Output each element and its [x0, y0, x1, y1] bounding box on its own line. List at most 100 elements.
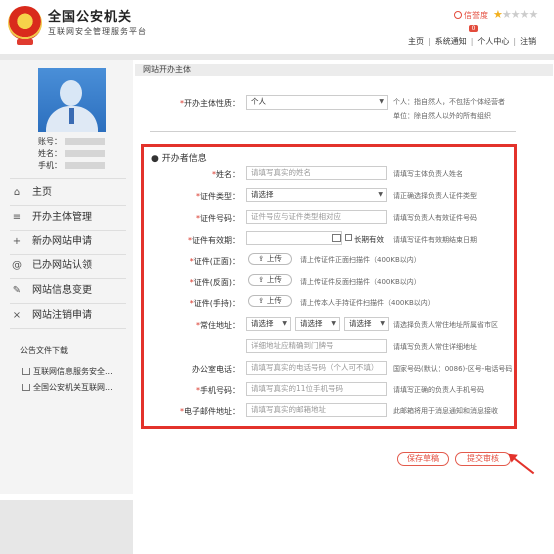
sidebar-item-home[interactable]: ⌂ 主页	[10, 181, 126, 205]
police-emblem-logo	[8, 6, 42, 45]
download-icon	[22, 368, 30, 375]
nav-separator: |	[513, 37, 517, 46]
city-select[interactable]: 请选择 ▼	[295, 317, 340, 331]
redacted-value	[65, 138, 105, 145]
office-phone-hint: 国家号码(默认：0086)-区号-电话号码	[393, 365, 513, 373]
notice-file-link[interactable]: 全国公安机关互联网...	[22, 382, 132, 393]
notification-badge: 0	[469, 25, 478, 32]
name-label: *姓名：	[212, 170, 240, 179]
address-detail-input[interactable]: 详细地址应精确到门牌号	[246, 339, 387, 353]
id-back-hint: 请上传证件反面扫描件（400KB以内）	[300, 278, 421, 286]
upload-front-button[interactable]: ⇪ 上传	[248, 253, 292, 265]
nav-separator: |	[470, 37, 474, 46]
avatar-tie-icon	[69, 108, 74, 124]
chevron-down-icon: ▼	[380, 320, 385, 327]
star-icon: ★	[501, 8, 512, 21]
address-hint: 请选择负责人常住地址所属省市区	[393, 321, 498, 329]
sidebar-item-site-cancel[interactable]: × 网站注销申请	[10, 304, 126, 328]
notice-section-title: 公告文件下载	[20, 346, 68, 355]
sidebar-item-claim-site[interactable]: @ 已办网站认领	[10, 254, 126, 278]
id-type-hint: 请正确选择负责人证件类型	[393, 192, 477, 200]
long-term-checkbox[interactable]	[345, 234, 352, 241]
account-row: 账号：	[38, 136, 105, 147]
owner-type-hint-personal: 个人：指自然人，不包括个体经营者	[393, 98, 505, 106]
edit-icon: ✎	[12, 285, 22, 296]
id-front-hint: 请上传证件正面扫描件（400KB以内）	[300, 256, 421, 264]
email-hint: 此邮箱将用于消息通知和消息接收	[393, 407, 498, 415]
credit-rating-label: 信誉度	[454, 10, 488, 21]
upload-back-button[interactable]: ⇪ 上传	[248, 274, 292, 286]
mobile-label: *手机号码：	[196, 386, 240, 395]
upload-hold-button[interactable]: ⇪ 上传	[248, 295, 292, 307]
avatar	[38, 68, 106, 132]
save-draft-button[interactable]: 保存草稿	[397, 452, 449, 466]
sidebar-divider	[10, 178, 126, 179]
download-icon	[22, 384, 30, 391]
email-label: *电子邮件地址：	[180, 407, 240, 416]
id-hold-label: *证件(手持)：	[189, 299, 240, 308]
section-title: ● 开办者信息	[151, 154, 207, 164]
avatar-head-icon	[60, 80, 82, 106]
sidebar-divider	[10, 328, 126, 329]
validity-hint: 请填写证件有效期结束日期	[393, 236, 477, 244]
star-icon: ★	[493, 8, 503, 21]
owner-type-hint-company: 单位：除自然人以外的所有组织	[393, 112, 491, 120]
credit-icon	[454, 11, 462, 19]
star-icon: ★	[510, 8, 521, 21]
top-nav: 主页 | 系统通知 | 个人中心 | 注销	[408, 36, 536, 47]
list-icon: ≡	[12, 212, 22, 223]
sidebar: 账号： 姓名： 手机： ⌂ 主页 ≡ 开办主体管理 + 新办网站申请 @ 已办网站认领 …	[0, 60, 133, 554]
district-select[interactable]: 请选择 ▼	[344, 317, 389, 331]
id-type-select[interactable]: 请选择 ▼	[246, 188, 387, 202]
sidebar-footer	[0, 500, 133, 554]
sidebar-item-owner-management[interactable]: ≡ 开办主体管理	[10, 206, 126, 230]
header: 全国公安机关 互联网安全管理服务平台 信誉度 ★★★★★ 0 主页 | 系统通知 | 个…	[0, 0, 554, 54]
long-term-label: 长期有效	[354, 235, 384, 244]
name-hint: 请填写主体负责人姓名	[393, 170, 463, 178]
section-divider	[150, 131, 516, 132]
panel-title: 网站开办主体	[135, 64, 553, 76]
validity-date-input[interactable]	[246, 231, 342, 245]
validity-label: *证件有效期：	[188, 236, 240, 245]
id-back-label: *证件(反面)：	[189, 278, 240, 287]
submit-review-button[interactable]: 提交审核	[455, 452, 511, 466]
nav-separator: |	[428, 37, 431, 46]
id-number-label: *证件号码：	[196, 214, 240, 223]
phone-row: 手机：	[38, 160, 105, 171]
sidebar-item-site-change[interactable]: ✎ 网站信息变更	[10, 279, 126, 303]
star-rating: ★★★★★	[493, 8, 539, 21]
nav-logout-link[interactable]: 注销	[520, 36, 536, 47]
owner-type-select[interactable]: 个人 ▼	[246, 95, 388, 110]
id-number-input[interactable]: 证件号应与证件类型相对应	[246, 210, 387, 224]
close-icon: ×	[12, 310, 22, 321]
mobile-input[interactable]: 请填写真实的11位手机号码	[246, 382, 387, 396]
star-icon: ★	[528, 8, 539, 21]
email-input[interactable]: 请填写真实的邮箱地址	[246, 403, 387, 417]
nav-home-link[interactable]: 主页	[408, 36, 424, 47]
mobile-hint: 请填写正确的负责人手机号码	[393, 386, 484, 394]
id-type-label: *证件类型：	[196, 192, 240, 201]
redacted-value	[65, 162, 105, 169]
name-row: 姓名：	[38, 148, 105, 159]
address-detail-hint: 请填写负责人常住详细地址	[393, 343, 477, 351]
owner-type-label: *开办主体性质：	[180, 99, 240, 108]
office-phone-input[interactable]: 请填写真实的电话号码（个人可不填）	[246, 361, 387, 375]
province-select[interactable]: 请选择 ▼	[246, 317, 291, 331]
star-icon: ★	[519, 8, 530, 21]
address-label: *常住地址：	[196, 321, 240, 330]
at-icon: @	[12, 260, 22, 271]
calendar-icon[interactable]	[332, 234, 341, 242]
id-front-label: *证件(正面)：	[189, 257, 240, 266]
id-number-hint: 请填写负责人有效证件号码	[393, 214, 477, 222]
sidebar-item-new-site[interactable]: + 新办网站申请	[10, 230, 126, 254]
home-icon: ⌂	[13, 187, 21, 198]
plus-icon: +	[12, 236, 22, 247]
notice-file-link[interactable]: 互联网信息服务安全...	[22, 366, 132, 377]
office-phone-label: 办公室电话：	[192, 365, 240, 374]
chevron-down-icon: ▼	[282, 320, 287, 327]
nav-system-notice-link[interactable]: 系统通知	[435, 36, 467, 47]
chevron-down-icon: ▼	[379, 98, 384, 105]
name-input[interactable]: 请填写真实的姓名	[246, 166, 387, 180]
chevron-down-icon: ▼	[378, 191, 383, 198]
nav-personal-center-link[interactable]: 个人中心	[477, 36, 509, 47]
